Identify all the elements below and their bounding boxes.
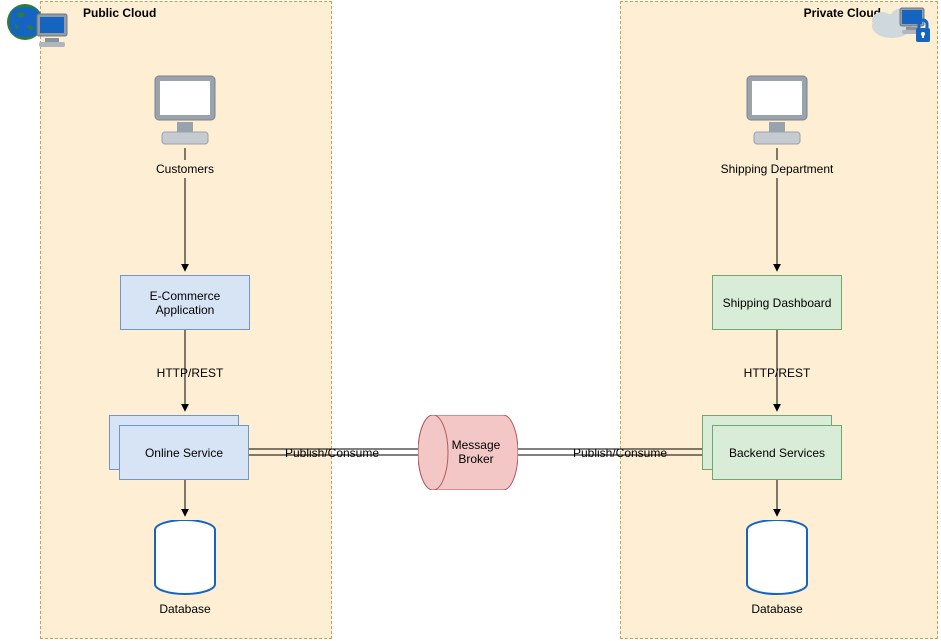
shipping-computer-icon bbox=[732, 68, 822, 158]
public-cloud-title: Public Cloud bbox=[83, 6, 156, 20]
online-service-node: Online Service bbox=[119, 425, 249, 480]
ecommerce-app-node: E-Commerce Application bbox=[120, 275, 250, 330]
left-pubsub-label: Publish/Consume bbox=[272, 446, 392, 460]
right-pubsub-label: Publish/Consume bbox=[560, 446, 680, 460]
left-http-rest-label: HTTP/REST bbox=[150, 366, 230, 380]
customers-computer-icon bbox=[140, 68, 230, 158]
right-http-rest-label: HTTP/REST bbox=[737, 366, 817, 380]
backend-services-label: Backend Services bbox=[729, 446, 825, 460]
right-database-icon bbox=[742, 520, 812, 598]
left-database-icon bbox=[150, 520, 220, 598]
shipping-dept-label: Shipping Department bbox=[702, 162, 852, 176]
message-broker-label: Message Broker bbox=[436, 438, 516, 466]
customers-label: Customers bbox=[140, 162, 230, 176]
online-service-label: Online Service bbox=[145, 446, 223, 460]
backend-services-node: Backend Services bbox=[712, 425, 842, 480]
shipping-dashboard-label: Shipping Dashboard bbox=[723, 296, 832, 310]
architecture-diagram: Public Cloud Private Cloud Customers bbox=[0, 0, 941, 641]
shipping-dashboard-node: Shipping Dashboard bbox=[712, 275, 842, 330]
globe-computer-icon bbox=[5, 0, 75, 55]
right-database-label: Database bbox=[742, 602, 812, 616]
cloud-lock-icon bbox=[870, 0, 936, 50]
ecommerce-app-label: E-Commerce Application bbox=[125, 289, 245, 317]
left-database-label: Database bbox=[150, 602, 220, 616]
